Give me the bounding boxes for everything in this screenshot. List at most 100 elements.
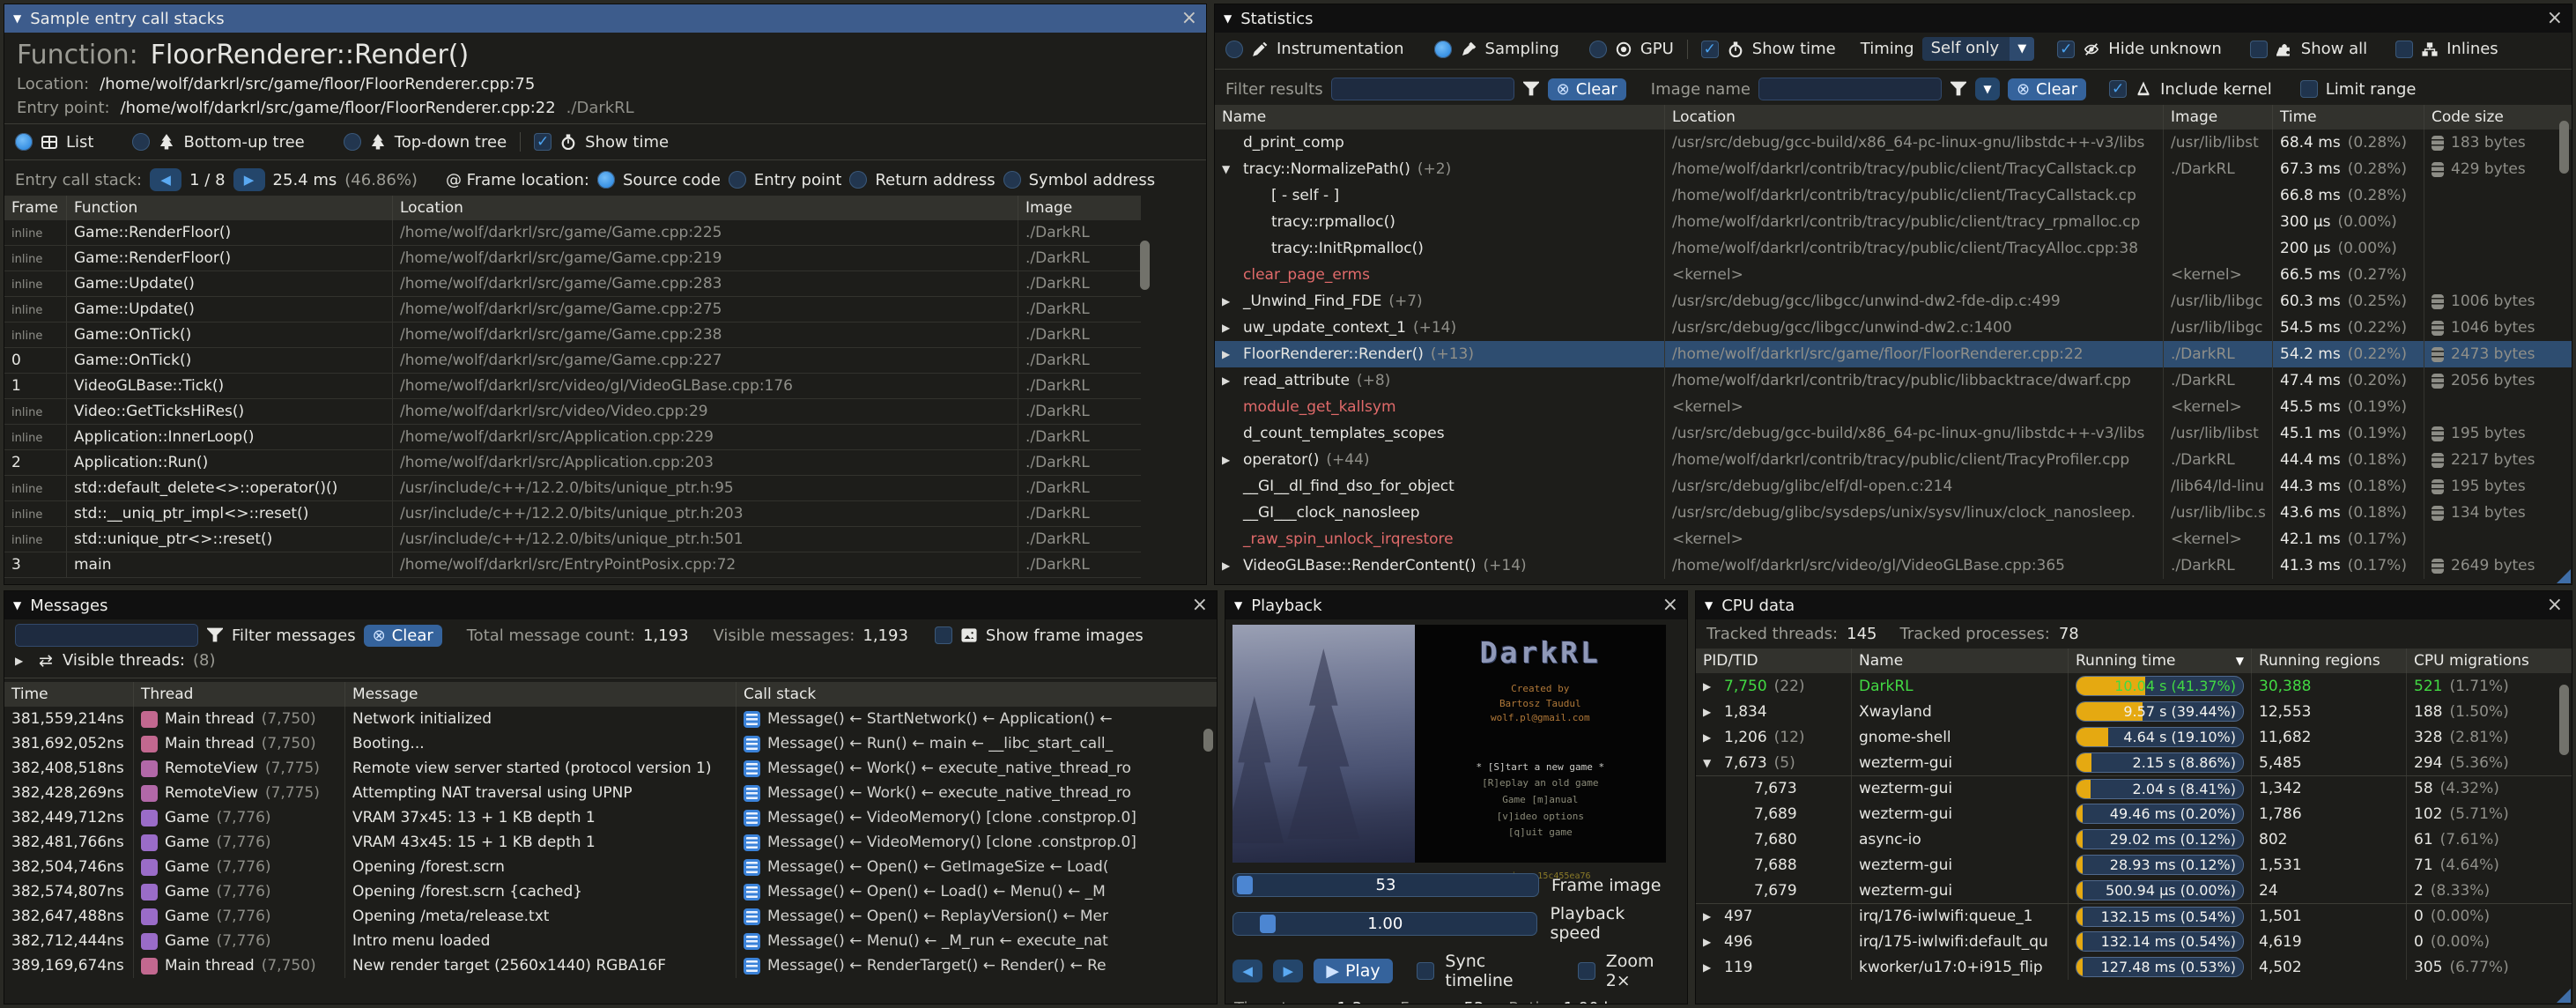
zoom-2x-checkbox[interactable] (1578, 962, 1595, 980)
next-stack-button[interactable]: ▶ (233, 168, 265, 191)
cpu-row[interactable]: 7,689 wezterm-gui 49.46 ms (0.20%) (1696, 801, 2572, 826)
statistics-row[interactable]: d_count_templates_scopes /usr/src/debug/… (1215, 420, 2572, 447)
collapse-arrow-icon[interactable]: ▼ (1234, 599, 1242, 611)
message-row[interactable]: 381,692,052ns Main thread (7,750) Bootin… (4, 731, 1217, 756)
cpu-row[interactable]: ▶ 497 irq/176-iwlwifi:queue_1 132.15 ms … (1696, 903, 2572, 929)
expand-arrow-icon[interactable]: ▶ (1222, 295, 1236, 308)
call-stack-row[interactable]: 3 main /home/wolf/darkrl/src/EntryPointP… (4, 552, 1141, 578)
message-filter-input[interactable] (15, 624, 198, 647)
statistics-row[interactable]: module_get_kallsym <kernel> <kernel> 45.… (1215, 394, 2572, 420)
gpu-radio[interactable] (1589, 41, 1607, 58)
message-row[interactable]: 382,481,766ns Game (7,776) VRAM 43x45: 1… (4, 830, 1217, 855)
symbol-address-radio[interactable] (1003, 171, 1021, 189)
message-row[interactable]: 382,428,269ns RemoteView (7,775) Attempt… (4, 781, 1217, 805)
frame-image-preview[interactable]: DarkRL Created by Bartosz Taudul wolf.pl… (1232, 625, 1666, 863)
funnel-icon[interactable] (1950, 80, 1967, 98)
hide-unknown-label[interactable]: Hide unknown (2108, 40, 2222, 58)
image-name-input[interactable] (1758, 78, 1942, 100)
cpu-row[interactable]: 7,679 wezterm-gui 500.94 µs (0.00%) (1696, 878, 2572, 903)
playback-speed-slider[interactable]: 1.00 (1232, 912, 1537, 936)
message-row[interactable]: 382,647,488ns Game (7,776) Opening /meta… (4, 904, 1217, 929)
call-stack-row[interactable]: inline Game::Update() /home/wolf/darkrl/… (4, 271, 1141, 297)
location-value[interactable]: /home/wolf/darkrl/src/game/floor/FloorRe… (100, 75, 535, 93)
show-frame-images-label[interactable]: Show frame images (986, 626, 1144, 645)
expand-arrow-icon[interactable]: ▶ (1703, 961, 1717, 974)
call-stack-row[interactable]: inline std::unique_ptr<>::reset() /usr/i… (4, 527, 1141, 552)
close-icon[interactable]: × (1662, 596, 1678, 615)
collapse-arrow-icon[interactable]: ▼ (1705, 599, 1713, 611)
message-row[interactable]: 382,504,746ns Game (7,776) Opening /fore… (4, 855, 1217, 879)
message-row[interactable]: 381,559,214ns Main thread (7,750) Networ… (4, 707, 1217, 731)
call-stack-row[interactable]: inline std::__uniq_ptr_impl<>::reset() /… (4, 501, 1141, 527)
statistics-row[interactable]: ▼ tracy::NormalizePath() (+2) /home/wolf… (1215, 156, 2572, 182)
bottom-up-tree-radio[interactable] (132, 133, 150, 151)
callstack-cell[interactable]: Message() ← RenderTarget() ← Render() ← … (736, 953, 1217, 978)
zoom-2x-label[interactable]: Zoom 2× (1606, 952, 1680, 990)
statistics-row[interactable]: d_print_comp /usr/src/debug/gcc-build/x8… (1215, 130, 2572, 156)
show-time-label[interactable]: Show time (585, 133, 669, 152)
cpu-row[interactable]: ▶ 7,750 (22) DarkRL 10.04 s (41.37%) (1696, 673, 2572, 699)
statistics-row[interactable]: ▶ uw_update_context_1 (+14) /usr/src/deb… (1215, 315, 2572, 341)
cpu-row[interactable]: ▼ 7,673 (5) wezterm-gui 2.15 s (8.86%) (1696, 750, 2572, 775)
show-time-label[interactable]: Show time (1752, 40, 1836, 58)
callstack-list-icon[interactable] (744, 859, 760, 876)
callstack-cell[interactable]: Message() ← VideoMemory() [clone .constp… (736, 805, 1217, 830)
expand-arrow-icon[interactable]: ▶ (1703, 706, 1717, 718)
callstack-list-icon[interactable] (744, 908, 760, 925)
call-stack-row[interactable]: inline Game::Update() /home/wolf/darkrl/… (4, 297, 1141, 322)
include-kernel-checkbox[interactable]: ✓ (2109, 80, 2127, 98)
prev-frame-button[interactable]: ◀ (1232, 960, 1262, 982)
call-stack-row[interactable]: 0 Game::OnTick() /home/wolf/darkrl/src/g… (4, 348, 1141, 374)
return-address-radio[interactable] (849, 171, 867, 189)
prev-stack-button[interactable]: ◀ (150, 168, 181, 191)
callstack-list-icon[interactable] (744, 736, 760, 752)
top-down-label[interactable]: Top-down tree (395, 133, 507, 152)
call-stack-row[interactable]: inline Game::OnTick() /home/wolf/darkrl/… (4, 322, 1141, 348)
callstack-list-icon[interactable] (744, 834, 760, 851)
statistics-row[interactable]: [ - self - ] /home/wolf/darkrl/contrib/t… (1215, 182, 2572, 209)
instrumentation-label[interactable]: Instrumentation (1277, 40, 1404, 58)
limit-range-label[interactable]: Limit range (2326, 80, 2417, 99)
callstack-list-icon[interactable] (744, 958, 760, 975)
panel-titlebar[interactable]: ▼ Playback × (1225, 591, 1687, 619)
expand-arrow-icon[interactable]: ▶ (1222, 348, 1236, 360)
callstack-cell[interactable]: Message() ← Open() ← ReplayVersion() ← M… (736, 904, 1217, 929)
expand-arrow-icon[interactable]: ▶ (1222, 322, 1236, 334)
collapse-arrow-icon[interactable]: ▼ (13, 599, 21, 611)
show-all-label[interactable]: Show all (2301, 40, 2367, 58)
limit-range-checkbox[interactable] (2300, 80, 2318, 98)
callstack-cell[interactable]: Message() ← Work() ← execute_native_thre… (736, 756, 1217, 781)
sampling-radio[interactable] (1434, 41, 1452, 58)
statistics-row[interactable]: ▶ FloorRenderer::Render() (+13) /home/wo… (1215, 341, 2572, 367)
list-label[interactable]: List (66, 133, 93, 152)
expand-arrow-icon[interactable]: ▶ (1222, 374, 1236, 387)
timing-select[interactable]: Self only ▼ (1922, 37, 2035, 61)
statistics-row[interactable]: __GI___clock_nanosleep /usr/src/debug/gl… (1215, 500, 2572, 526)
callstack-cell[interactable]: Message() ← Run() ← main ← __libc_start_… (736, 731, 1217, 756)
inlines-checkbox[interactable] (2395, 41, 2413, 58)
show-time-checkbox[interactable]: ✓ (1701, 41, 1719, 58)
top-down-tree-radio[interactable] (344, 133, 361, 151)
clear-filter-button[interactable]: ⊗ Clear (1548, 78, 1626, 100)
funnel-icon[interactable] (1522, 80, 1540, 98)
statistics-row[interactable]: ▶ read_attribute (+8) /home/wolf/darkrl/… (1215, 367, 2572, 394)
callstack-cell[interactable]: Message() ← VideoMemory() [clone .constp… (736, 830, 1217, 855)
cpu-row[interactable]: 7,680 async-io 29.02 ms (0.12%) (1696, 826, 2572, 852)
expand-arrow-icon[interactable]: ▶ (1703, 731, 1717, 744)
collapse-arrow-icon[interactable]: ▼ (13, 12, 21, 25)
chevron-down-icon[interactable]: ▼ (2010, 37, 2034, 61)
filter-results-input[interactable] (1331, 78, 1514, 100)
cpu-row[interactable]: ▶ 1,206 (12) gnome-shell 4.64 s (19.10%) (1696, 724, 2572, 750)
cpu-row[interactable]: ▶ 119 kworker/u17:0+i915_flip 127.48 ms … (1696, 954, 2572, 980)
expand-arrow-icon[interactable]: ▶ (1703, 910, 1717, 923)
callstack-cell[interactable]: Message() ← Open() ← Load() ← Menu() ← _… (736, 879, 1217, 904)
cpu-row[interactable]: ▶ 1,834 Xwayland 9.57 s (39.44%) (1696, 699, 2572, 724)
panel-titlebar[interactable]: ▼ Sample entry call stacks × (4, 4, 1206, 33)
callstack-cell[interactable]: Message() ← Menu() ← _M_run ← execute_na… (736, 929, 1217, 953)
close-icon[interactable]: × (2547, 9, 2563, 28)
expand-arrow-icon[interactable]: ▶ (15, 655, 29, 667)
message-row[interactable]: 382,574,807ns Game (7,776) Opening /fore… (4, 879, 1217, 904)
callstack-list-icon[interactable] (744, 810, 760, 826)
play-button[interactable]: ▶ Play (1314, 959, 1392, 983)
callstack-cell[interactable]: Message() ← StartNetwork() ← Application… (736, 707, 1217, 731)
